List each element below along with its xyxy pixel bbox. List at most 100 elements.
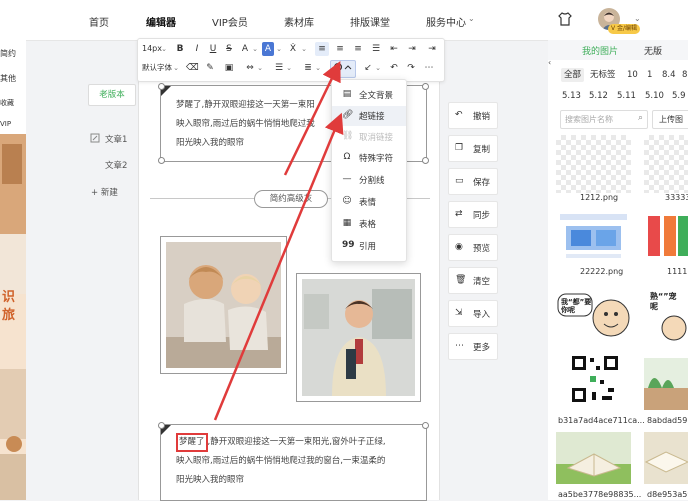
align-justify-icon[interactable]: ☰ (369, 42, 383, 56)
image-thumb[interactable]: 我“都”要你呢 (556, 288, 631, 344)
exit-icon[interactable]: ⇥ (425, 42, 439, 56)
tab-my-images[interactable]: 我的图片 (582, 44, 618, 57)
filter-chip[interactable]: 8.4 (662, 68, 676, 82)
save-icon: ▭ (455, 176, 464, 186)
clear-button[interactable]: 🗑︎ 清空 (448, 267, 498, 294)
filter-chip[interactable]: 1 (647, 68, 652, 82)
undo-icon[interactable]: ↶ (388, 61, 400, 75)
upload-image-button[interactable]: 上传图 (652, 110, 688, 129)
category-other[interactable]: 其他 (0, 73, 16, 84)
preview-button[interactable]: ◉ 预览 (448, 234, 498, 261)
copy-icon: ❐ (455, 143, 464, 153)
filter-chip[interactable]: 无标签 (590, 68, 616, 82)
italic-button[interactable]: I (191, 42, 203, 56)
filter-chip[interactable]: 5.10 (645, 89, 664, 103)
old-version-button[interactable]: 老版本 (88, 84, 136, 106)
font-color-icon[interactable]: A (239, 42, 251, 56)
indent-left-icon[interactable]: ⇤ (387, 42, 401, 56)
image-thumb-label: 8abdad591 (647, 416, 688, 425)
resize-handle[interactable] (422, 83, 429, 90)
resize-handle[interactable] (158, 83, 165, 90)
arrow-down-left-icon[interactable]: ↙ (362, 61, 374, 75)
filter-chip[interactable]: 5.12 (589, 89, 608, 103)
image-thumb[interactable] (556, 135, 631, 193)
image-thumb-label: b31a7ad4ace711ca... (558, 416, 645, 425)
image-thumb-label: 1111 (667, 267, 688, 276)
image-thumb-label: 1212.png (580, 193, 619, 202)
image-thumb[interactable] (644, 358, 688, 410)
chevron-down-icon[interactable]: ⌄ (468, 14, 475, 23)
nav-materials[interactable]: 素材库 (284, 14, 314, 29)
category-simple[interactable]: 简约 (0, 48, 16, 59)
chevron-down-icon[interactable]: ⌄ (634, 14, 641, 23)
chevron-down-icon[interactable]: ⌄ (160, 42, 168, 56)
align-right-icon[interactable]: ≡ (351, 42, 365, 56)
category-favorites[interactable]: 收藏 (0, 98, 14, 108)
undo-button[interactable]: ↶ 撤销 (448, 102, 498, 129)
image-thumb[interactable] (556, 208, 631, 263)
image-thumb[interactable] (556, 432, 631, 484)
image-search-input[interactable]: 搜索图片名称 ⌕ (560, 110, 648, 129)
align-center-icon[interactable]: ≡ (333, 42, 347, 56)
image-thumb-label: d8e953a59 (647, 490, 688, 499)
font-family-select[interactable]: 默认字体 (142, 61, 172, 75)
chevron-down-icon[interactable]: ⌄ (251, 42, 259, 56)
highlight-color-icon[interactable]: A (262, 42, 274, 56)
chevron-left-icon[interactable]: ‹ (548, 58, 551, 67)
tshirt-icon[interactable] (558, 12, 572, 26)
tab-copyright-free[interactable]: 无版 (644, 44, 662, 57)
indent-right-icon[interactable]: ⇥ (405, 42, 419, 56)
chevron-down-icon[interactable]: ⌄ (300, 42, 308, 56)
resize-handle[interactable] (158, 422, 165, 429)
doc-item-2[interactable]: 文章2 (105, 159, 127, 171)
more-button[interactable]: ⋯ 更多 (448, 333, 498, 360)
strikethrough-button[interactable]: S (223, 42, 235, 56)
chevron-down-icon[interactable]: ⌄ (275, 42, 283, 56)
redo-icon[interactable]: ↷ (405, 61, 417, 75)
resize-handle[interactable] (158, 157, 165, 164)
nav-class[interactable]: 排版课堂 (350, 14, 390, 29)
eye-icon: ◉ (455, 242, 463, 252)
doc-item-1[interactable]: 文章1 (105, 133, 127, 145)
align-left-icon[interactable]: ≡ (315, 42, 329, 56)
image-thumb[interactable] (644, 432, 688, 484)
image-thumb[interactable] (570, 354, 620, 404)
paragraph-line: 阳光映入我的眼帘 (176, 475, 245, 485)
eraser-icon[interactable]: ⌫ (186, 61, 199, 75)
meme-caption: 熟“”宠呢 (650, 292, 677, 311)
nav-editor[interactable]: 编辑器 (146, 14, 176, 29)
filter-chip[interactable]: 5.13 (562, 89, 581, 103)
template-preview-banner[interactable]: 识 旅 (0, 134, 26, 500)
nav-home[interactable]: 首页 (89, 14, 109, 29)
chevron-down-icon[interactable]: ⌄ (172, 61, 180, 75)
image-thumb[interactable]: 熟“”宠呢 (644, 288, 688, 344)
image-thumb[interactable] (644, 208, 688, 263)
resize-handle[interactable] (422, 157, 429, 164)
more-icon[interactable]: ⋯ (422, 61, 436, 75)
sync-button[interactable]: ⇄ 同步 (448, 201, 498, 228)
search-icon[interactable]: ⌕ (638, 113, 643, 123)
underline-button[interactable]: U (207, 42, 219, 56)
document-panel: 老版本 文章1 文章2 + 新建 (80, 40, 136, 500)
copy-button[interactable]: ❐ 复制 (448, 135, 498, 162)
filter-chip[interactable]: 10 (627, 68, 638, 82)
filter-chip[interactable]: 8 (682, 68, 687, 82)
import-button[interactable]: ⇲ 导入 (448, 300, 498, 327)
filter-chip[interactable]: 全部 (561, 68, 585, 82)
clear-format-icon[interactable]: Ẋ (287, 42, 299, 56)
sync-icon: ⇄ (455, 209, 463, 219)
new-doc-button[interactable]: + 新建 (91, 186, 118, 198)
font-size-select[interactable]: 14px (142, 42, 162, 56)
nav-vip[interactable]: VIP会员 (212, 14, 248, 29)
nav-service[interactable]: 服务中心 (426, 14, 466, 29)
category-vip[interactable]: VIP (0, 120, 11, 128)
banner-text-1: 识 (2, 290, 16, 305)
document-icon (90, 133, 100, 143)
save-button[interactable]: ▭ 保存 (448, 168, 498, 195)
chevron-down-icon[interactable]: ⌄ (374, 61, 382, 75)
filter-chip[interactable]: 5.9 (672, 89, 686, 103)
image-thumb[interactable] (644, 135, 688, 193)
resize-handle[interactable] (422, 422, 429, 429)
bold-button[interactable]: B (174, 42, 186, 56)
filter-chip[interactable]: 5.11 (617, 89, 636, 103)
